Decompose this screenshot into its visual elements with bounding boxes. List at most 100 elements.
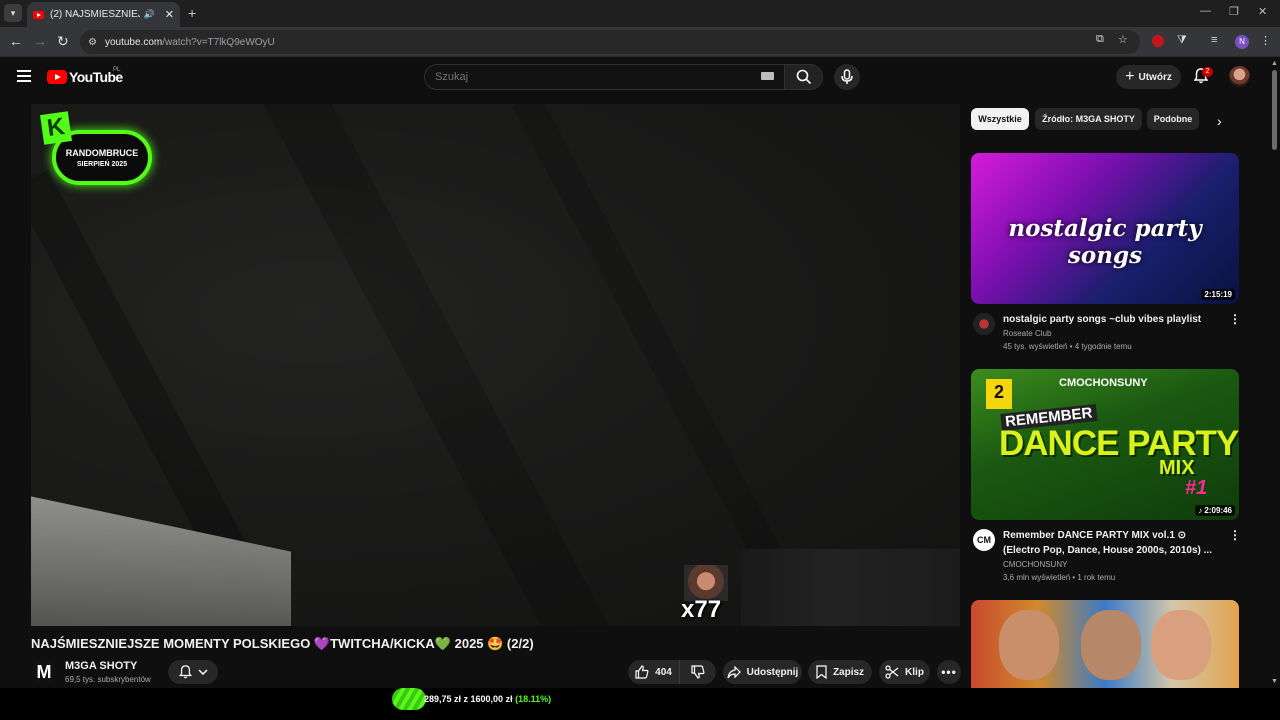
search-input[interactable] xyxy=(435,71,735,83)
account-avatar[interactable] xyxy=(1229,66,1250,87)
more-horizontal-icon: ••• xyxy=(941,665,957,679)
channel-watermark-logo: RANDOMBRUCE SIERPIEŃ 2025 K xyxy=(40,111,154,188)
chip-source-channel[interactable]: Źródło: M3GA SHOTY xyxy=(1035,108,1142,130)
thumbnail-brand: CMOCHONSUNY xyxy=(1059,377,1148,389)
watermark-line2: SIERPIEŃ 2025 xyxy=(76,160,128,168)
thumb-up-icon xyxy=(635,665,649,679)
browser-toolbar: ← → ↻ ⚙ youtube.com/watch?v=T7lkQ9eWOyU … xyxy=(0,27,1280,57)
back-icon[interactable]: ← xyxy=(9,33,23,49)
scroll-down-icon[interactable]: ▼ xyxy=(1271,678,1278,685)
url-path: /watch?v=T7lkQ9eWOyU xyxy=(162,36,275,48)
recommendation-thumbnail[interactable]: 2 CMOCHONSUNY REMEMBER DANCE PARTY MIX #… xyxy=(971,369,1239,520)
notification-badge: 2 xyxy=(1202,67,1213,77)
channel-name[interactable]: M3GA SHOTY xyxy=(65,660,137,672)
video-player[interactable] xyxy=(31,104,960,626)
more-vertical-icon[interactable]: ⋮ xyxy=(1229,528,1241,542)
address-bar[interactable]: ⚙ youtube.com/watch?v=T7lkQ9eWOyU xyxy=(80,30,1140,54)
country-code: PL xyxy=(113,67,121,73)
extension-icon[interactable] xyxy=(1152,35,1164,47)
share-icon xyxy=(727,665,741,678)
new-tab-button[interactable]: + xyxy=(188,5,196,21)
scissors-icon xyxy=(885,665,899,679)
clip-button[interactable]: Klip xyxy=(879,660,930,684)
thumbnail-text-line4: #1 xyxy=(1185,477,1208,499)
reading-list-icon[interactable]: ≡ xyxy=(1211,34,1217,46)
notification-settings-button[interactable] xyxy=(168,660,218,684)
clip-label: Klip xyxy=(905,666,924,678)
channel-avatar[interactable] xyxy=(973,313,995,335)
save-button[interactable]: Zapisz xyxy=(808,660,872,684)
recommendation-channel[interactable]: Roseate Club xyxy=(1003,329,1051,338)
forward-icon[interactable]: → xyxy=(33,33,47,49)
thumbnail-text-line2: DANCE PARTY xyxy=(999,424,1239,463)
minimize-icon[interactable]: — xyxy=(1200,5,1211,17)
subscriber-count: 69,5 tys. subskrybentów xyxy=(65,675,151,684)
tab-title: (2) NAJŚMIESZNIEJSZE MOMENTY xyxy=(50,9,140,20)
scrollbar-thumb[interactable] xyxy=(1272,70,1277,150)
thumbnail-face xyxy=(999,610,1059,680)
create-button[interactable]: + Utwórz xyxy=(1116,65,1181,89)
create-label: Utwórz xyxy=(1138,71,1172,83)
video-duration: ♪ 2:09:46 xyxy=(1195,505,1235,516)
chip-similar[interactable]: Podobne xyxy=(1147,108,1199,130)
recommendation-thumbnail[interactable]: nostalgic party songs 2:15:19 xyxy=(971,153,1239,304)
video-duration: 2:15:19 xyxy=(1201,289,1235,300)
keyboard-icon[interactable] xyxy=(761,72,774,80)
dislike-button[interactable] xyxy=(679,660,716,684)
chip-all[interactable]: Wszystkie xyxy=(971,108,1029,130)
more-vertical-icon[interactable]: ⋮ xyxy=(1229,312,1241,326)
restore-icon[interactable]: ❐ xyxy=(1229,5,1239,18)
browser-tab[interactable]: (2) NAJŚMIESZNIEJSZE MOMENTY 🔊 ✕ xyxy=(27,2,180,27)
recommendation-stats: 3,6 mln wyświetleń • 1 rok temu xyxy=(1003,573,1116,582)
close-tab-icon[interactable]: ✕ xyxy=(165,8,174,21)
scroll-up-icon[interactable]: ▲ xyxy=(1271,60,1278,67)
browser-profile-icon[interactable]: N xyxy=(1235,35,1249,49)
plus-icon: + xyxy=(1125,68,1135,85)
bookmark-icon xyxy=(816,665,827,679)
emote-counter: x77 xyxy=(681,596,722,623)
donation-progress-indicator xyxy=(392,688,426,710)
bell-icon xyxy=(178,665,192,679)
chevron-right-icon[interactable]: › xyxy=(1217,113,1222,129)
thumb-down-icon xyxy=(691,665,705,679)
site-info-icon[interactable]: ⚙ xyxy=(88,37,97,48)
url-host: youtube.com xyxy=(104,36,163,48)
recommendation-thumbnail[interactable] xyxy=(971,600,1239,688)
youtube-play-icon xyxy=(47,70,67,84)
reload-icon[interactable]: ↻ xyxy=(57,33,69,50)
video-frame-shadow xyxy=(741,549,960,626)
more-actions-button[interactable]: ••• xyxy=(937,660,961,684)
install-app-icon[interactable]: ⧉ xyxy=(1096,33,1104,46)
video-frame-cloth xyxy=(31,496,291,626)
close-window-icon[interactable]: ✕ xyxy=(1258,5,1267,18)
chrome-menu-icon[interactable]: ⋮ xyxy=(1260,34,1271,47)
page-scrollbar[interactable] xyxy=(1269,60,1280,688)
extensions-icon[interactable]: ⧩ xyxy=(1177,34,1187,47)
channel-avatar[interactable]: M xyxy=(32,660,56,684)
kick-logo-icon: K xyxy=(40,111,72,145)
recommendation-stats: 45 tys. wyświetleń • 4 tygodnie temu xyxy=(1003,342,1132,351)
recommendation-channel[interactable]: CMOCHONSUNY xyxy=(1003,560,1067,569)
recommendation-title[interactable]: Remember DANCE PARTY MIX vol.1 ⊙ (Electr… xyxy=(1003,528,1218,558)
channel-avatar[interactable]: CM xyxy=(973,529,995,551)
donation-goal-bar xyxy=(0,688,1280,720)
thumbnail-text: nostalgic party songs xyxy=(1008,215,1202,269)
search-icon xyxy=(796,69,811,85)
donation-goal-text: 289,75 zł z 1600,00 zł (18.11%) xyxy=(424,694,551,704)
youtube-favicon-icon xyxy=(33,10,44,19)
bookmark-star-icon[interactable]: ☆ xyxy=(1118,33,1128,46)
recommendation-title[interactable]: nostalgic party songs ~club vibes playli… xyxy=(1003,312,1218,327)
search-field[interactable] xyxy=(424,64,785,90)
search-button[interactable] xyxy=(784,64,823,90)
chevron-down-icon xyxy=(197,669,208,675)
video-title: NAJŚMIESZNIEJSZE MOMENTY POLSKIEGO 💜TWIT… xyxy=(31,636,534,651)
donation-percent: (18.11%) xyxy=(515,694,552,704)
voice-search-button[interactable] xyxy=(834,64,860,90)
tab-search-button[interactable]: ▾ xyxy=(4,4,22,22)
share-label: Udostępnij xyxy=(746,666,799,678)
hamburger-icon[interactable] xyxy=(17,70,31,82)
speaker-icon[interactable]: 🔊 xyxy=(144,9,155,20)
like-button[interactable]: 404 xyxy=(628,660,679,684)
share-button[interactable]: Udostępnij xyxy=(723,660,802,684)
youtube-logo[interactable]: YouTube xyxy=(47,69,123,85)
